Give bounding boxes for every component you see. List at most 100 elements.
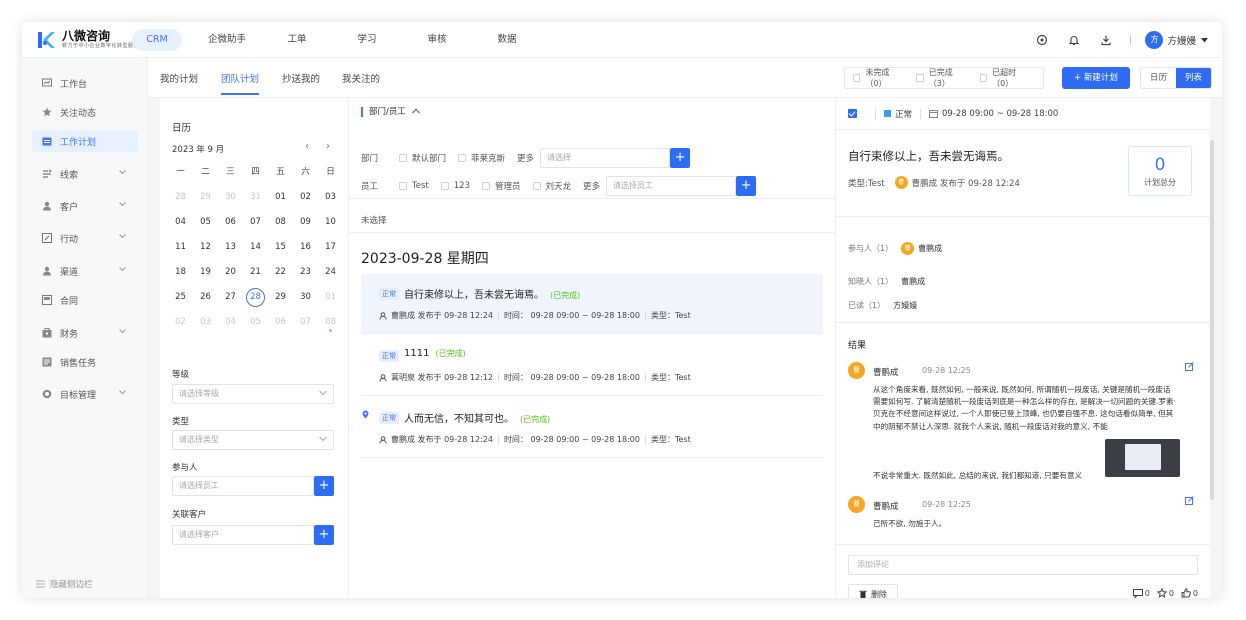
calendar-day[interactable]: 29 xyxy=(268,285,293,310)
calendar-day[interactable]: 29 xyxy=(193,185,218,210)
comment-count[interactable]: 0 xyxy=(1132,588,1150,598)
sidebar-item-sales-tasks[interactable]: 销售任务 xyxy=(32,351,138,373)
calendar-day[interactable]: 20 xyxy=(218,260,243,285)
calendar-day[interactable]: 07 xyxy=(293,310,318,335)
calendar-day[interactable]: 09 xyxy=(293,210,318,235)
tab-followed[interactable]: 我关注的 xyxy=(342,71,380,85)
delete-button[interactable]: 删除 xyxy=(848,584,898,598)
staff-option[interactable]: Test xyxy=(399,181,429,191)
more-depts-link[interactable]: 更多 xyxy=(517,152,534,164)
type-select[interactable]: 请选择类型 xyxy=(172,430,334,450)
download-icon[interactable] xyxy=(1098,32,1114,48)
nav-tickets[interactable]: 工单 xyxy=(272,29,322,51)
plan-item[interactable]: 正常 人而无信，不知其可也。 (已完成) 曹鹏成 发布于 09-28 12:24 … xyxy=(361,398,823,458)
calendar-day[interactable]: 10 xyxy=(318,210,343,235)
add-dept-button[interactable]: + xyxy=(670,148,691,168)
calendar-day[interactable]: 04 xyxy=(218,310,243,335)
comment-input[interactable]: 添加评论 xyxy=(848,555,1198,575)
calendar-day[interactable]: 14 xyxy=(243,235,268,260)
staff-option[interactable]: 123 xyxy=(440,181,470,191)
dept-option[interactable]: 默认部门 xyxy=(399,152,446,164)
calendar-day[interactable]: 27 xyxy=(218,285,243,310)
nav-review[interactable]: 审核 xyxy=(412,29,462,51)
chevron-down-icon[interactable] xyxy=(119,267,126,272)
calendar-day-today[interactable]: 28 xyxy=(243,285,268,310)
tab-team-plans[interactable]: 团队计划 xyxy=(221,71,260,95)
calendar-day[interactable]: 11 xyxy=(168,235,193,260)
sidebar-item-customers[interactable]: 客户 xyxy=(32,195,138,217)
calendar-day[interactable]: 22 xyxy=(268,260,293,285)
sidebar-item-finance[interactable]: 财务 xyxy=(32,322,138,344)
user-name[interactable]: 方嫚嫚 xyxy=(1167,33,1196,47)
logo[interactable]: 八微咨询 致力于中小企业数字化转型服务 xyxy=(36,28,139,52)
plan-item[interactable]: 正常 1111 (已完成) 蒿明泉 发布于 09-28 12:12 时间： 09-… xyxy=(361,336,823,396)
staff-option[interactable]: 刘天龙 xyxy=(532,180,571,192)
calendar-day[interactable]: 05 xyxy=(243,310,268,335)
calendar-day[interactable]: 31 xyxy=(243,185,268,210)
tab-cc-me[interactable]: 抄送我的 xyxy=(282,71,320,85)
calendar-day[interactable]: 23 xyxy=(293,260,318,285)
calendar-day[interactable]: 03 xyxy=(193,310,218,335)
complete-checkbox[interactable] xyxy=(916,74,924,82)
sidebar-item-followed[interactable]: 关注动态 xyxy=(32,101,138,123)
calendar-day[interactable]: 12 xyxy=(193,235,218,260)
staff-input[interactable]: 请选择员工 xyxy=(606,176,737,196)
caret-down-icon[interactable] xyxy=(1201,35,1208,46)
sidebar-item-channels[interactable]: 渠道 xyxy=(32,260,138,282)
sidebar-item-dashboard[interactable]: 工作台 xyxy=(32,72,138,94)
plan-item[interactable]: 正常 自行束修以上，吾未尝无诲焉。 (已完成) 曹鹏成 发布于 09-28 12:… xyxy=(361,274,823,334)
calendar-day[interactable]: 26 xyxy=(193,285,218,310)
nav-crm[interactable]: CRM xyxy=(132,29,182,51)
sidebar-item-contracts[interactable]: 合同 xyxy=(32,289,138,311)
star-count[interactable]: 0 xyxy=(1156,588,1174,598)
calendar-day[interactable]: 19 xyxy=(193,260,218,285)
incomplete-checkbox[interactable] xyxy=(853,74,861,82)
level-select[interactable]: 请选择等级 xyxy=(172,384,334,404)
overdue-checkbox[interactable] xyxy=(979,74,988,82)
calendar-day[interactable]: 06 xyxy=(268,310,293,335)
calendar-day[interactable]: 30 xyxy=(218,185,243,210)
add-customer-button[interactable]: + xyxy=(314,525,334,545)
nav-wecom-assistant[interactable]: 企微助手 xyxy=(202,29,252,51)
calendar-day[interactable]: 28 xyxy=(168,185,193,210)
calendar-day[interactable]: 01 xyxy=(268,185,293,210)
sidebar-item-actions[interactable]: 行动 xyxy=(32,227,138,249)
edit-icon[interactable] xyxy=(1185,362,1194,371)
calendar-view-button[interactable]: 日历 xyxy=(1141,68,1176,88)
sidebar-item-work-plan[interactable]: 工作计划 xyxy=(32,130,138,152)
calendar-day[interactable]: 18 xyxy=(168,260,193,285)
like-count[interactable]: 0 xyxy=(1181,588,1198,598)
chevron-down-icon[interactable] xyxy=(119,234,126,239)
calendar-day[interactable]: 17 xyxy=(318,235,343,260)
prev-month-icon[interactable]: ‹ xyxy=(305,141,309,152)
next-month-icon[interactable]: › xyxy=(326,141,330,152)
edit-icon[interactable] xyxy=(1185,496,1194,505)
calendar-day[interactable]: 24 xyxy=(318,260,343,285)
new-plan-button[interactable]: + 新建计划 xyxy=(1062,67,1130,89)
sidebar-item-targets[interactable]: 目标管理 xyxy=(32,383,138,405)
settings-circle-icon[interactable] xyxy=(1034,32,1050,48)
list-view-button[interactable]: 列表 xyxy=(1176,68,1211,88)
calendar-day[interactable]: 07 xyxy=(243,210,268,235)
calendar-day[interactable]: 01 xyxy=(318,285,343,310)
calendar-day[interactable]: 15 xyxy=(268,235,293,260)
calendar-day[interactable]: 03 xyxy=(318,185,343,210)
calendar-day[interactable]: 30 xyxy=(293,285,318,310)
chevron-down-icon[interactable] xyxy=(119,329,126,334)
collapse-sidebar-button[interactable]: 隐藏侧边栏 xyxy=(36,578,93,590)
complete-checkbox[interactable] xyxy=(848,109,857,118)
chevron-down-icon[interactable] xyxy=(119,390,126,395)
calendar-day[interactable]: 08 xyxy=(318,310,343,335)
bell-icon[interactable] xyxy=(1066,32,1082,48)
chevron-down-icon[interactable] xyxy=(119,202,126,207)
dept-input[interactable]: 请选择 xyxy=(540,148,671,168)
calendar-day[interactable]: 06 xyxy=(218,210,243,235)
sidebar-item-leads[interactable]: 线索 xyxy=(32,163,138,185)
chevron-down-icon[interactable] xyxy=(119,170,126,175)
calendar-day[interactable]: 02 xyxy=(168,310,193,335)
dept-option[interactable]: 菲莱克斯 xyxy=(458,152,505,164)
customer-input[interactable]: 请选择客户 xyxy=(172,525,314,545)
user-avatar[interactable]: 方 xyxy=(1145,31,1164,49)
calendar-day[interactable]: 25 xyxy=(168,285,193,310)
calendar-day[interactable]: 04 xyxy=(168,210,193,235)
